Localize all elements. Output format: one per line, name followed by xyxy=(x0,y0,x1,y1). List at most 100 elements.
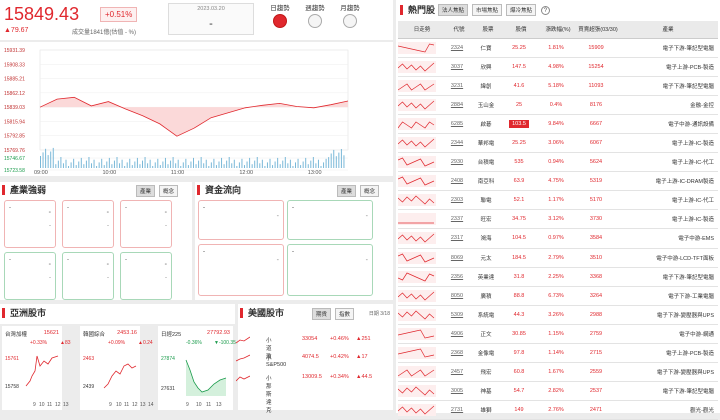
volume-bar xyxy=(241,158,243,168)
table-row[interactable]: 2408 南亞科 63.9 4.75% 5319 電子上游-IC-DRAM製造 xyxy=(398,171,718,192)
table-row[interactable]: 2368 金像電 97.8 1.14% 2715 電子上游-PCB-製造 xyxy=(398,343,718,364)
stock-code[interactable]: 2337 xyxy=(446,209,472,230)
stock-name[interactable]: 聯電 xyxy=(472,190,504,211)
table-row[interactable]: 3231 緯創 41.6 5.18% 11093 電子下游-筆記型電腦 xyxy=(398,76,718,96)
stock-name[interactable]: 南亞科 xyxy=(472,171,504,192)
stock-code[interactable]: 2457 xyxy=(446,362,472,383)
stock-code[interactable]: 2731 xyxy=(446,400,472,420)
stock-name[interactable]: 啟碁 xyxy=(472,114,504,134)
table-row[interactable]: 2356 英業達 31.8 2.25% 3368 電子下游-筆記型電腦 xyxy=(398,267,718,287)
stock-name[interactable]: 廣積 xyxy=(472,286,504,306)
stock-code[interactable]: 6285 xyxy=(446,114,472,134)
volume-bar xyxy=(40,156,41,168)
table-row[interactable]: 2303 聯電 52.1 1.17% 5170 電子上游-IC-代工 xyxy=(398,190,718,211)
stock-code[interactable]: 3005 xyxy=(446,381,472,402)
stock-code[interactable]: 5309 xyxy=(446,305,472,325)
industry-tab-concept[interactable]: 概念 xyxy=(158,185,178,197)
fundflow-cell[interactable]: -- xyxy=(198,244,284,296)
stock-price: 54.7 xyxy=(504,381,538,402)
hot-tab-market[interactable]: 市場焦點 xyxy=(471,4,502,16)
stock-price: 30.85 xyxy=(504,324,538,345)
stock-industry: 電子上游-PCB-製造 xyxy=(618,343,718,364)
table-row[interactable]: 2731 雄獅 149 2.76% 2471 觀光-觀光 xyxy=(398,400,718,420)
stock-name[interactable]: 台積電 xyxy=(472,152,504,173)
table-row[interactable]: 8069 元太 184.5 2.79% 3510 電子中游-LCD-TFT面板 xyxy=(398,248,718,268)
stock-name[interactable]: 英業達 xyxy=(472,267,504,287)
volume-bar xyxy=(108,157,110,168)
stock-code[interactable]: 8050 xyxy=(446,286,472,306)
stock-code[interactable]: 4906 xyxy=(446,324,472,345)
table-row[interactable]: 2930 台積電 535 0.94% 5624 電子上游-IC-代工 xyxy=(398,152,718,173)
stock-name[interactable]: 金像電 xyxy=(472,343,504,364)
stock-name[interactable]: 旺宏 xyxy=(472,209,504,230)
stock-code[interactable]: 2408 xyxy=(446,171,472,192)
industry-cell[interactable]: --- xyxy=(4,252,56,300)
stock-code[interactable]: 2356 xyxy=(446,267,472,287)
stock-code[interactable]: 8069 xyxy=(446,248,472,268)
stock-name[interactable]: 鴻海 xyxy=(472,228,504,249)
trend-week-button[interactable]: 週趨勢 xyxy=(300,2,330,38)
stock-price: 535 xyxy=(504,152,538,173)
stock-name[interactable]: 緯創 xyxy=(472,76,504,96)
stock-code[interactable]: 2317 xyxy=(446,228,472,249)
hot-tab-institutional[interactable]: 法人焦點 xyxy=(438,4,469,16)
volume-bar xyxy=(259,163,261,168)
stock-name[interactable]: 元太 xyxy=(472,248,504,268)
industry-cell[interactable]: --- xyxy=(120,252,172,300)
stock-code[interactable]: 2368 xyxy=(446,343,472,364)
table-row[interactable]: 2317 鴻海 104.5 0.97% 3584 電子中游-EMS xyxy=(398,228,718,249)
volume-bar xyxy=(152,166,154,168)
stock-name[interactable]: 欣興 xyxy=(472,57,504,77)
asia-card-korea[interactable]: 韓國綜合 2453.16 +0.09% ▲0.24 2463 2439 xyxy=(80,326,153,410)
table-row[interactable]: 2457 飛宏 60.8 1.67% 2559 電子下游-變壓器與UPS xyxy=(398,362,718,383)
volume-bar xyxy=(139,164,141,168)
asia-card-japan[interactable]: 日經225 27792.93 -0.36% ▼-100.35 27874 276… xyxy=(158,326,236,410)
table-row[interactable]: 2344 華邦電 25.25 3.06% 6067 電子上游-IC-製造 xyxy=(398,133,718,154)
table-row[interactable]: 2884 玉山金 25 0.4% 8176 金融-金控 xyxy=(398,95,718,115)
hot-tab-cold[interactable]: 爆冷焦點 xyxy=(505,4,536,16)
stock-code[interactable]: 2344 xyxy=(446,133,472,154)
fundflow-tab-concept[interactable]: 概念 xyxy=(359,185,379,197)
table-row[interactable]: 5309 系統電 44.3 3.26% 2988 電子下游-變壓器與UPS xyxy=(398,305,718,325)
fundflow-cell[interactable]: -- xyxy=(287,244,373,296)
fundflow-tab-industry[interactable]: 產業 xyxy=(337,185,357,197)
stock-code[interactable]: 3231 xyxy=(446,76,472,96)
table-row[interactable]: 4906 正文 30.85 1.15% 2759 電子中游-網通 xyxy=(398,324,718,345)
stock-code[interactable]: 3037 xyxy=(446,57,472,77)
table-row[interactable]: 3005 神基 54.7 2.82% 2537 電子下游-筆記型電腦 xyxy=(398,381,718,402)
asia-card-taiwan[interactable]: 台灣加權 15621 +0.33% ▲83 15761 15758 xyxy=(2,326,71,410)
date-box: 2023.03.20 - xyxy=(168,3,254,35)
us-tab-futures[interactable]: 期貨 xyxy=(312,308,332,320)
stock-code[interactable]: 2303 xyxy=(446,190,472,211)
stock-pct: 4.98% xyxy=(538,57,578,77)
stock-code[interactable]: 2324 xyxy=(446,38,472,58)
table-row[interactable]: 8050 廣積 88.8 6.73% 3264 電子下游-工業電腦 xyxy=(398,286,718,306)
industry-cell[interactable]: --- xyxy=(120,200,172,248)
industry-cell[interactable]: --- xyxy=(4,200,56,248)
table-row[interactable]: 2337 旺宏 34.75 3.12% 3730 電子上游-IC-製造 xyxy=(398,209,718,230)
industry-cell[interactable]: --- xyxy=(62,252,114,300)
industry-tab-industry[interactable]: 產業 xyxy=(136,185,156,197)
stock-code[interactable]: 2930 xyxy=(446,152,472,173)
stock-name[interactable]: 雄獅 xyxy=(472,400,504,420)
stock-name[interactable]: 正文 xyxy=(472,324,504,345)
stock-price: 25 xyxy=(504,95,538,115)
fundflow-cell[interactable]: -- xyxy=(198,200,284,240)
stock-name[interactable]: 仁寶 xyxy=(472,38,504,58)
trend-month-button[interactable]: 月趨勢 xyxy=(335,2,365,38)
stock-name[interactable]: 神基 xyxy=(472,381,504,402)
industry-cell[interactable]: --- xyxy=(62,200,114,248)
fundflow-cell[interactable]: -- xyxy=(287,200,373,240)
stock-name[interactable]: 系統電 xyxy=(472,305,504,325)
stock-name[interactable]: 飛宏 xyxy=(472,362,504,383)
stock-name[interactable]: 玉山金 xyxy=(472,95,504,115)
help-icon[interactable]: ? xyxy=(540,6,550,15)
stock-industry: 電子下游-筆記型電腦 xyxy=(618,38,718,58)
stock-name[interactable]: 華邦電 xyxy=(472,133,504,154)
us-tab-index[interactable]: 指數 xyxy=(334,308,354,320)
table-row[interactable]: 3037 欣興 147.5 4.98% 15254 電子上游-PCB-製造 xyxy=(398,57,718,77)
stock-code[interactable]: 2884 xyxy=(446,95,472,115)
trend-day-button[interactable]: 日趨勢 xyxy=(265,2,295,38)
table-row[interactable]: 6285 啟碁 103.5 9.84% 6667 電子中游-通訊設備 xyxy=(398,114,718,134)
table-row[interactable]: 2324 仁寶 25.25 1.81% 15909 電子下游-筆記型電腦 xyxy=(398,38,718,58)
